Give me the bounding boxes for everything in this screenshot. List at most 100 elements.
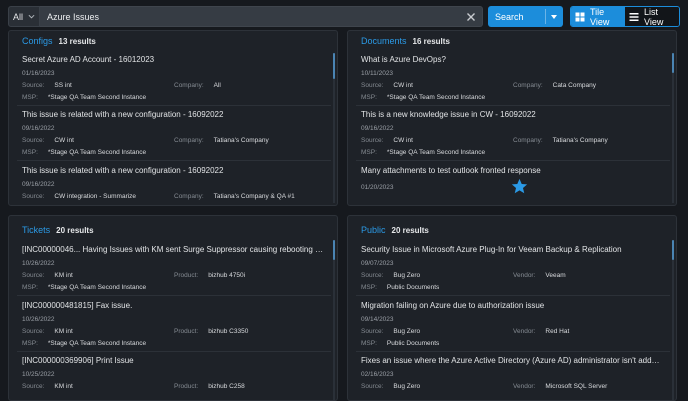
item-title[interactable]: Security Issue in Microsoft Azure Plug-I…: [361, 244, 663, 255]
list-item[interactable]: [INC00000046... Having Issues with KM se…: [22, 244, 324, 292]
public-title[interactable]: Public: [361, 225, 386, 235]
list-item[interactable]: [INC000000481815] Fax issue. 10/26/2022 …: [22, 300, 324, 348]
source-label: Source:: [361, 82, 384, 89]
item-title[interactable]: Migration failing on Azure due to author…: [361, 300, 663, 311]
item-divider: [17, 160, 331, 161]
list-item[interactable]: Secret Azure AD Account - 16012023 01/16…: [22, 54, 324, 102]
item-msp-row: MSP: Public Documents: [361, 283, 663, 292]
msp-label: MSP:: [361, 149, 377, 156]
item-title[interactable]: This issue is related with a new configu…: [22, 165, 324, 176]
list-item[interactable]: Migration failing on Azure due to author…: [361, 300, 663, 348]
item-date: 09/16/2022: [22, 125, 55, 132]
list-item[interactable]: [INC000000369906] Print Issue 10/25/2022…: [22, 355, 324, 391]
source-label: Source:: [361, 328, 384, 335]
item-msp-row: MSP: *Stage QA Team Second Instance: [22, 339, 324, 348]
company-value: Tatiana's Company & QA #1: [213, 193, 295, 200]
tickets-scrollbar[interactable]: [333, 240, 335, 260]
vendor-label: Vendor:: [513, 272, 536, 279]
search-button[interactable]: Search: [488, 6, 563, 27]
documents-panel: Documents 16 results What is Azure DevOp…: [347, 30, 677, 206]
scope-select[interactable]: All: [8, 6, 40, 27]
item-meta-row: Source: KM int Product: bizhub C3350: [22, 327, 324, 336]
item-date: 10/25/2022: [22, 371, 55, 378]
list-item[interactable]: Fixes an issue where the Azure Active Di…: [361, 355, 663, 391]
item-title[interactable]: [INC00000046... Having Issues with KM se…: [22, 244, 324, 255]
list-item[interactable]: What is Azure DevOps? 10/11/2023 Source:…: [361, 54, 663, 102]
msp-value: Public Documents: [386, 340, 440, 347]
item-date: 09/16/2022: [361, 125, 394, 132]
configs-title[interactable]: Configs: [22, 36, 53, 46]
item-title[interactable]: [INC000000481815] Fax issue.: [22, 300, 324, 311]
tickets-scroll-track[interactable]: [333, 240, 335, 400]
list-item[interactable]: This issue is related with a new configu…: [22, 109, 324, 157]
product-label: Product:: [174, 383, 199, 390]
item-divider: [356, 160, 670, 161]
source-label: Source:: [22, 193, 45, 200]
search-bar: All Azure Issues Search Tile View List V…: [0, 0, 688, 34]
tickets-panel: Tickets 20 results [INC00000046... Havin…: [8, 215, 338, 401]
msp-label: MSP:: [22, 284, 38, 291]
company-value: All: [213, 82, 221, 89]
company-label: Company:: [513, 137, 543, 144]
tickets-title[interactable]: Tickets: [22, 225, 50, 235]
close-icon[interactable]: [465, 11, 477, 23]
item-title[interactable]: Fixes an issue where the Azure Active Di…: [361, 355, 663, 366]
item-title[interactable]: This issue is related with a new configu…: [22, 109, 324, 120]
item-title[interactable]: [INC000000369906] Print Issue: [22, 355, 324, 366]
documents-scrollbar[interactable]: [672, 53, 674, 73]
star-icon[interactable]: [511, 178, 528, 195]
product-value: bizhub 4750i: [208, 272, 246, 279]
source-value: KM int: [54, 272, 73, 279]
msp-value: *Stage QA Team Second Instance: [386, 149, 486, 156]
list-item[interactable]: This is a new knowledge issue in CW - 16…: [361, 109, 663, 157]
documents-header: Documents 16 results: [361, 36, 450, 50]
list-item[interactable]: This issue is related with a new configu…: [22, 165, 324, 201]
vendor-value: Veeam: [545, 272, 566, 279]
msp-label: MSP:: [361, 340, 377, 347]
item-date: 09/07/2023: [361, 260, 394, 267]
source-label: Source:: [22, 137, 45, 144]
item-date: 09/16/2022: [22, 181, 55, 188]
source-value: CW int: [393, 82, 413, 89]
list-view-label: List View: [644, 6, 664, 27]
configs-header: Configs 13 results: [22, 36, 96, 50]
msp-value: Public Documents: [386, 284, 440, 291]
item-title[interactable]: Many attachments to test outlook fronted…: [361, 165, 663, 176]
source-label: Source:: [361, 272, 384, 279]
public-scrollbar[interactable]: [672, 240, 674, 260]
grid-icon: [575, 12, 585, 21]
list-view-button[interactable]: List View: [625, 7, 679, 26]
item-meta-row: Source: CW int Company: Tatiana's Company: [22, 136, 324, 145]
item-divider: [17, 351, 331, 352]
msp-label: MSP:: [361, 94, 377, 101]
company-value: Tatiana's Company: [213, 137, 269, 144]
msp-value: *Stage QA Team Second Instance: [386, 94, 486, 101]
vendor-value: Microsoft SQL Server: [545, 383, 608, 390]
public-count: 20 results: [391, 226, 429, 235]
item-title[interactable]: What is Azure DevOps?: [361, 54, 663, 65]
source-value: Bug Zero: [393, 328, 421, 335]
documents-title[interactable]: Documents: [361, 36, 407, 46]
msp-label: MSP:: [22, 149, 38, 156]
item-meta-row: Source: Bug Zero Vendor: Veeam: [361, 271, 663, 280]
configs-scrollbar[interactable]: [333, 53, 335, 79]
tickets-count: 20 results: [56, 226, 94, 235]
list-item[interactable]: Security Issue in Microsoft Azure Plug-I…: [361, 244, 663, 292]
source-label: Source:: [22, 328, 45, 335]
configs-panel: Configs 13 results Secret Azure AD Accou…: [8, 30, 338, 206]
view-toggle: Tile View List View: [570, 6, 680, 27]
search-options-caret-icon[interactable]: [551, 15, 557, 19]
item-meta-row: Source: CW integration - Summarize Compan…: [22, 192, 324, 201]
tile-view-button[interactable]: Tile View: [571, 7, 625, 26]
item-title[interactable]: Secret Azure AD Account - 16012023: [22, 54, 324, 65]
source-label: Source:: [22, 383, 45, 390]
msp-value: *Stage QA Team Second Instance: [47, 284, 147, 291]
product-label: Product:: [174, 328, 199, 335]
search-input[interactable]: Azure Issues: [40, 6, 483, 27]
item-date: 10/26/2022: [22, 316, 55, 323]
item-title[interactable]: This is a new knowledge issue in CW - 16…: [361, 109, 663, 120]
msp-value: *Stage QA Team Second Instance: [47, 340, 147, 347]
source-label: Source:: [361, 383, 384, 390]
public-scroll-track[interactable]: [672, 240, 674, 400]
documents-scroll-track[interactable]: [672, 53, 674, 203]
